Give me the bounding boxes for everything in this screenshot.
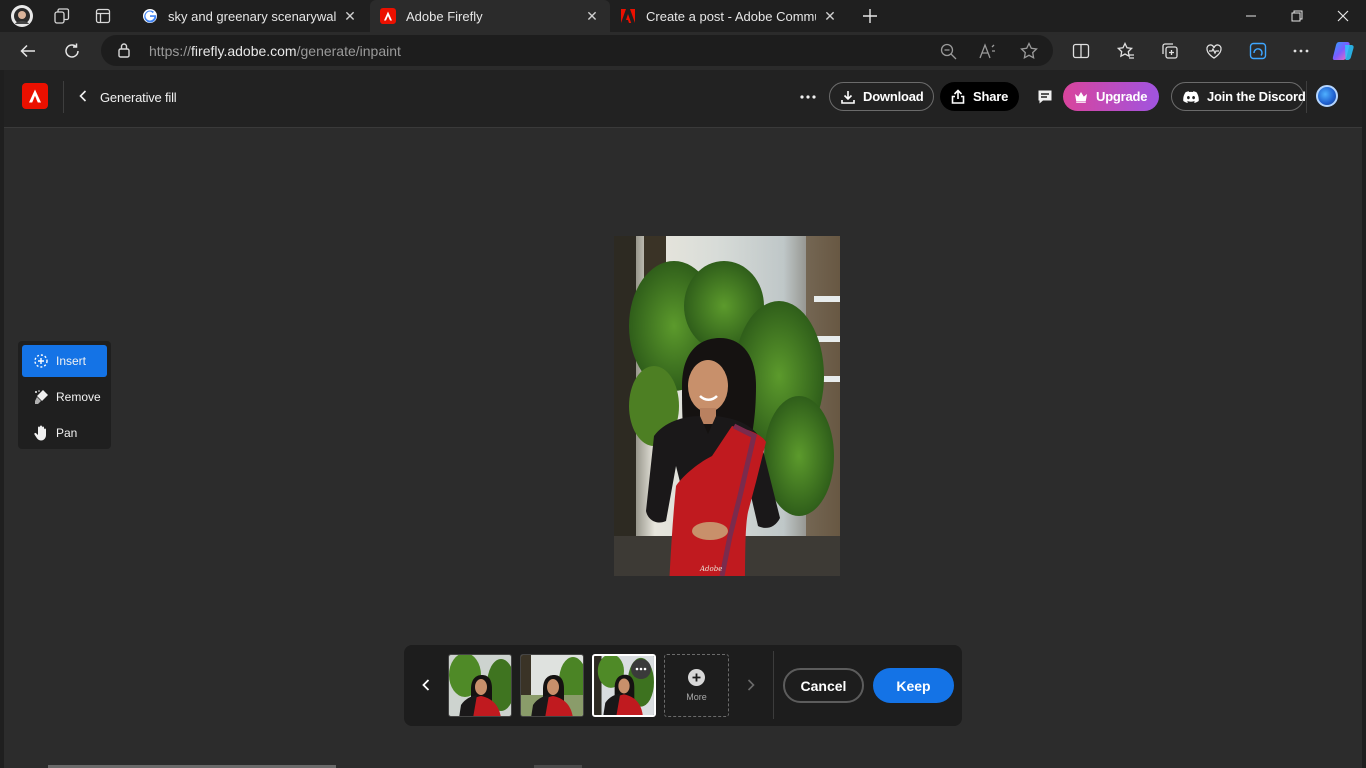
tab-adobe-firefly[interactable]: Adobe Firefly ✕ <box>370 0 610 32</box>
discord-label: Join the Discord <box>1207 89 1306 104</box>
more-options-icon[interactable] <box>796 86 820 108</box>
keep-button[interactable]: Keep <box>873 668 954 703</box>
variation-options-icon[interactable] <box>631 659 651 679</box>
download-button[interactable]: Download <box>829 82 934 111</box>
tab-actions-icon[interactable] <box>90 4 116 28</box>
lock-icon[interactable] <box>117 42 131 63</box>
adobe-logo-icon[interactable] <box>22 83 48 109</box>
more-label: More <box>686 692 707 702</box>
plus-icon <box>688 669 705 686</box>
workspaces-icon[interactable] <box>49 4 75 28</box>
tab-title: Adobe Firefly <box>406 8 483 24</box>
tab-title: Create a post - Adobe Communi <box>646 8 816 24</box>
remove-brush-icon <box>32 388 50 406</box>
variation-thumbnail-selected[interactable] <box>592 654 656 717</box>
read-aloud-icon[interactable] <box>978 41 998 61</box>
firefly-app: Generative fill Download Share Upgrade J… <box>4 70 1362 768</box>
split-screen-icon[interactable] <box>1070 40 1092 62</box>
collections-icon[interactable] <box>1159 40 1181 62</box>
google-icon <box>142 8 158 24</box>
close-tab-icon[interactable]: ✕ <box>584 8 600 25</box>
tool-label: Pan <box>56 426 78 440</box>
favorite-star-icon[interactable] <box>1019 41 1039 61</box>
discord-icon <box>1183 90 1199 103</box>
settings-more-icon[interactable] <box>1290 40 1312 62</box>
copilot-icon[interactable] <box>1331 38 1357 64</box>
cancel-button[interactable]: Cancel <box>783 668 864 703</box>
edge-bar-icon[interactable] <box>1247 40 1269 62</box>
close-tab-icon[interactable]: ✕ <box>342 8 358 25</box>
page-title: Generative fill <box>100 90 177 105</box>
back-chevron-icon[interactable] <box>76 87 90 105</box>
new-tab-icon[interactable] <box>857 4 883 28</box>
url-domain: firefly.adobe.com <box>191 43 297 59</box>
minimize-icon[interactable] <box>1228 0 1274 32</box>
previous-variation-icon[interactable] <box>419 676 433 694</box>
variation-thumbnail[interactable] <box>520 654 584 717</box>
user-avatar[interactable] <box>1316 85 1338 107</box>
svg-text:Adobe: Adobe <box>699 565 722 573</box>
tool-insert[interactable]: Insert <box>22 345 107 377</box>
zoom-out-icon[interactable] <box>938 41 958 61</box>
insert-brush-icon <box>32 352 50 370</box>
url-text: https://firefly.adobe.com/generate/inpai… <box>149 43 401 59</box>
feedback-icon[interactable] <box>1035 87 1055 107</box>
close-window-icon[interactable] <box>1320 0 1366 32</box>
url-prefix: https:// <box>149 43 192 59</box>
app-header: Generative fill Download Share Upgrade J… <box>4 70 1362 128</box>
tool-label: Insert <box>56 354 87 368</box>
upgrade-button[interactable]: Upgrade <box>1063 82 1159 111</box>
favorites-icon[interactable] <box>1115 40 1137 62</box>
tab-google-search[interactable]: sky and greenary scenarywallpap ✕ <box>132 0 368 32</box>
browser-essentials-icon[interactable] <box>1203 40 1225 62</box>
back-arrow-icon[interactable] <box>14 37 42 65</box>
tool-panel: Insert Remove Pan <box>18 341 111 449</box>
canvas-image[interactable]: Adobe <box>614 236 840 576</box>
header-divider <box>1306 81 1307 113</box>
share-label: Share <box>973 89 1009 104</box>
tab-adobe-community[interactable]: Create a post - Adobe Communi ✕ <box>610 0 848 32</box>
crown-icon <box>1074 91 1088 103</box>
restore-icon[interactable] <box>1274 0 1320 32</box>
share-button[interactable]: Share <box>940 82 1019 111</box>
bar-divider <box>773 651 774 719</box>
variation-bar: More Cancel Keep <box>404 645 962 726</box>
refresh-icon[interactable] <box>58 37 86 65</box>
hand-icon <box>32 424 50 442</box>
upgrade-label: Upgrade <box>1096 89 1148 104</box>
download-icon <box>841 90 855 104</box>
header-divider <box>63 81 64 113</box>
profile-icon[interactable] <box>9 4 35 28</box>
join-discord-button[interactable]: Join the Discord <box>1171 82 1306 111</box>
variation-thumbnail[interactable] <box>448 654 512 717</box>
adobe-icon <box>380 8 396 24</box>
tool-label: Remove <box>56 390 101 404</box>
adobe-icon <box>620 8 636 24</box>
browser-tab-strip: sky and greenary scenarywallpap ✕ Adobe … <box>0 0 1366 32</box>
more-variations-button[interactable]: More <box>664 654 729 717</box>
next-variation-icon[interactable] <box>744 676 758 694</box>
tab-title: sky and greenary scenarywallpap <box>168 8 336 24</box>
download-label: Download <box>863 89 924 104</box>
address-bar[interactable]: https://firefly.adobe.com/generate/inpai… <box>101 35 1053 66</box>
share-icon <box>951 89 965 104</box>
close-tab-icon[interactable]: ✕ <box>822 8 838 25</box>
tool-remove[interactable]: Remove <box>22 381 107 413</box>
browser-nav-bar: https://firefly.adobe.com/generate/inpai… <box>0 32 1366 70</box>
url-path: /generate/inpaint <box>296 43 401 59</box>
tool-pan[interactable]: Pan <box>22 417 107 449</box>
